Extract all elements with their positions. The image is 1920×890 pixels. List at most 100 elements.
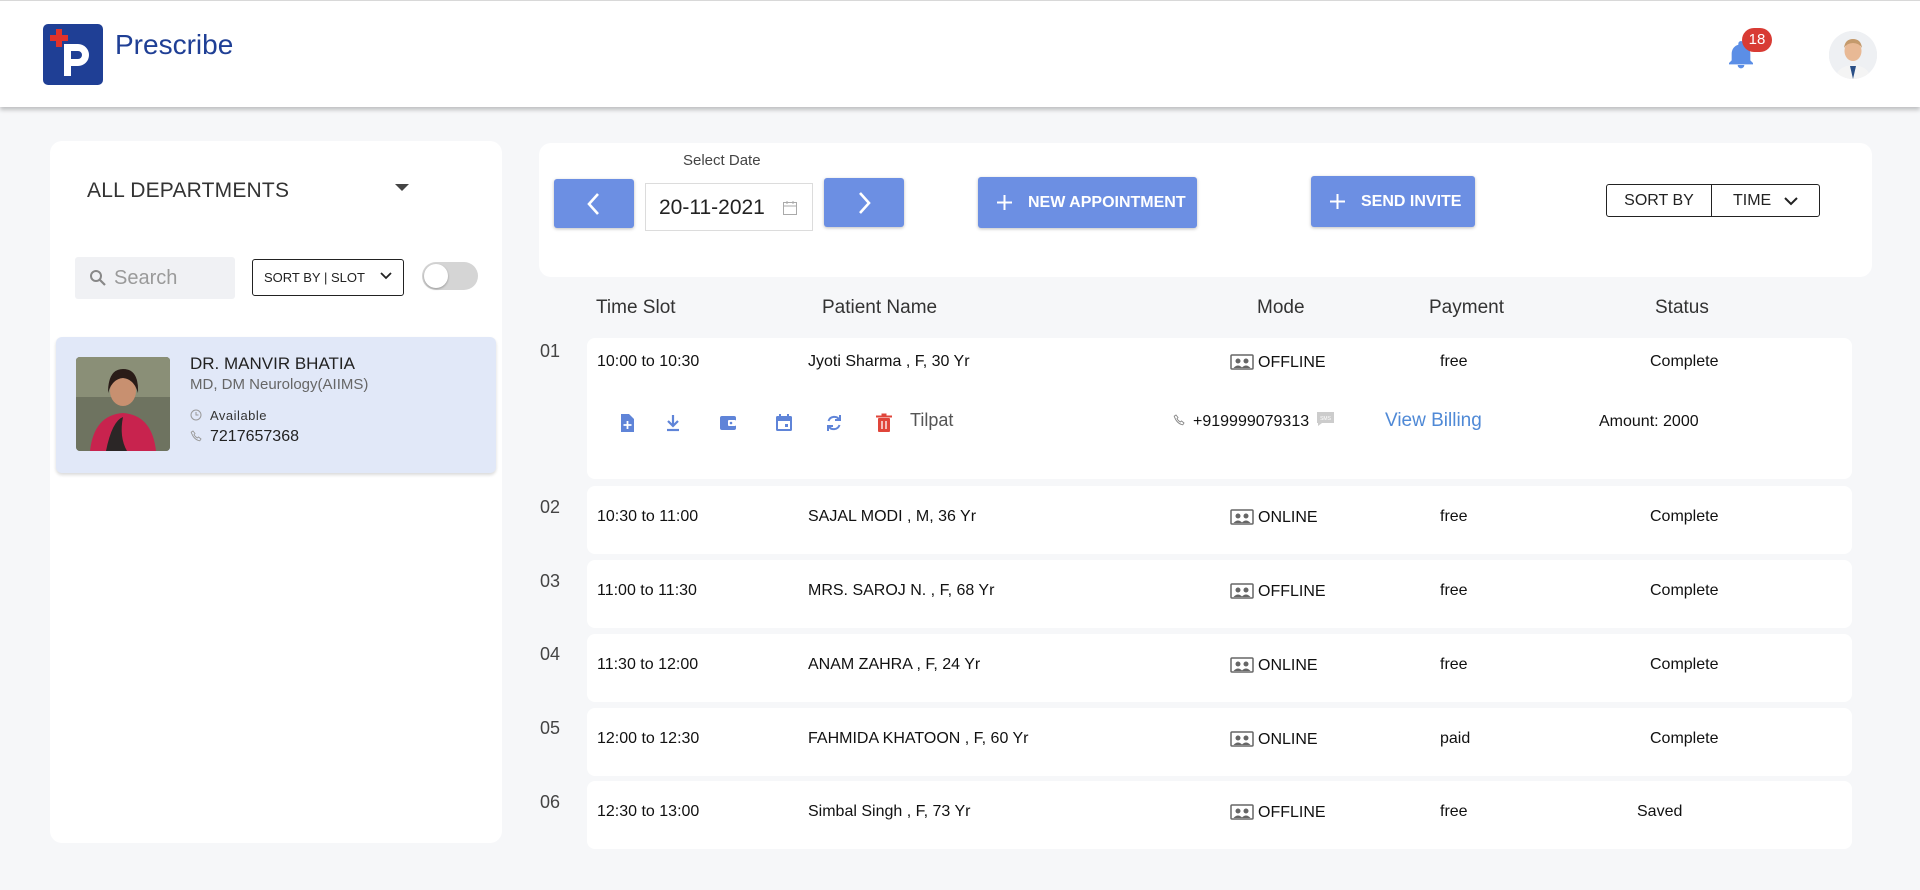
payment-cell: free bbox=[1440, 582, 1468, 599]
doctor-phone-number: 7217657368 bbox=[210, 428, 299, 445]
payment-cell: paid bbox=[1440, 730, 1471, 747]
doctor-search-box bbox=[75, 257, 235, 299]
select-date-label: Select Date bbox=[683, 152, 761, 169]
add-prescription-icon[interactable] bbox=[617, 413, 637, 433]
payment-cell: free bbox=[1440, 353, 1468, 370]
plus-icon bbox=[1330, 194, 1345, 209]
sort-by-slot-label: SORT BY | SLOT bbox=[264, 270, 365, 285]
sms-icon[interactable]: SMS bbox=[1316, 411, 1335, 427]
mode-value: ONLINE bbox=[1258, 731, 1318, 748]
notification-badge: 18 bbox=[1742, 28, 1772, 52]
patient-location: Tilpat bbox=[910, 410, 954, 430]
time-slot-cell: 12:30 to 13:00 bbox=[597, 803, 700, 820]
status-cell: Complete bbox=[1650, 656, 1719, 673]
sort-by-label-button[interactable]: SORT BY bbox=[1606, 184, 1712, 217]
status-cell: Complete bbox=[1650, 730, 1719, 747]
previous-date-button[interactable] bbox=[554, 179, 634, 228]
top-bar: Prescribe 18 bbox=[0, 0, 1920, 107]
mode-cell: ONLINE bbox=[1230, 730, 1318, 749]
column-header-status: Status bbox=[1655, 297, 1709, 318]
status-cell: Complete bbox=[1650, 508, 1719, 525]
column-header-patient-name: Patient Name bbox=[822, 297, 938, 318]
new-appointment-button[interactable]: NEW APPOINTMENT bbox=[978, 177, 1197, 228]
patient-name-cell[interactable]: ANAM ZAHRA , F, 24 Yr bbox=[808, 656, 980, 674]
row-number: 02 bbox=[540, 497, 561, 517]
chevron-right-icon bbox=[859, 192, 871, 214]
mode-cell: OFFLINE bbox=[1230, 582, 1326, 601]
user-avatar[interactable] bbox=[1829, 31, 1877, 79]
next-date-button[interactable] bbox=[824, 178, 904, 227]
patient-name-cell[interactable]: Jyoti Sharma , F, 30 Yr bbox=[808, 353, 970, 371]
delete-icon[interactable] bbox=[874, 413, 894, 433]
wallet-icon[interactable] bbox=[718, 413, 738, 433]
payment-cell: free bbox=[1440, 803, 1468, 820]
mode-value: ONLINE bbox=[1258, 509, 1318, 526]
chevron-down-icon bbox=[1784, 197, 1798, 206]
patient-phone-number: +919999079313 bbox=[1193, 413, 1310, 430]
department-select[interactable]: ALL DEPARTMENTS bbox=[87, 179, 427, 209]
download-icon[interactable] bbox=[663, 413, 683, 433]
payment-cell: free bbox=[1440, 656, 1468, 673]
patient-name-cell[interactable]: SAJAL MODI , M, 36 Yr bbox=[808, 508, 976, 526]
availability-toggle[interactable] bbox=[422, 262, 478, 290]
mode-value: OFFLINE bbox=[1258, 804, 1326, 821]
patient-name-cell[interactable]: FAHMIDA KHATOON , F, 60 Yr bbox=[808, 730, 1029, 748]
search-icon bbox=[90, 270, 106, 286]
mode-value: OFFLINE bbox=[1258, 354, 1326, 371]
patient-phone: +919999079313 bbox=[1173, 413, 1309, 431]
sort-time-select[interactable]: TIME bbox=[1711, 184, 1820, 217]
time-slot-cell: 11:00 to 11:30 bbox=[597, 582, 697, 599]
calendar-event-icon[interactable] bbox=[774, 413, 794, 433]
sort-time-value: TIME bbox=[1733, 192, 1772, 209]
send-invite-button[interactable]: SEND INVITE bbox=[1311, 176, 1475, 227]
chevron-down-icon bbox=[380, 272, 392, 280]
consultation-mode-icon bbox=[1230, 804, 1254, 820]
row-number: 01 bbox=[540, 341, 561, 361]
patient-name-cell[interactable]: Simbal Singh , F, 73 Yr bbox=[808, 803, 970, 821]
doctor-photo-image bbox=[76, 357, 170, 451]
doctor-qualification: MD, DM Neurology(AIIMS) bbox=[190, 376, 369, 393]
doctor-phone: 7217657368 bbox=[190, 428, 299, 446]
time-slot-cell: 12:00 to 12:30 bbox=[597, 730, 700, 747]
prescribe-logo[interactable] bbox=[43, 24, 103, 85]
phone-icon bbox=[1173, 414, 1185, 426]
doctor-name: DR. MANVIR BHATIA bbox=[190, 354, 355, 373]
new-appointment-label: NEW APPOINTMENT bbox=[1028, 194, 1186, 211]
row-number: 06 bbox=[540, 792, 561, 812]
clock-icon bbox=[190, 409, 202, 421]
toggle-knob bbox=[424, 264, 448, 288]
mode-cell: ONLINE bbox=[1230, 656, 1318, 675]
appointment-toolbar: Select Date 20-11-2021 NEW APPOINTMENT S… bbox=[539, 143, 1872, 277]
send-invite-label: SEND INVITE bbox=[1361, 193, 1462, 210]
row-number: 04 bbox=[540, 644, 561, 664]
medical-cross-icon bbox=[50, 29, 68, 47]
doctor-availability: Available bbox=[190, 408, 267, 423]
view-billing-link[interactable]: View Billing bbox=[1385, 410, 1482, 432]
doctor-avatar-icon bbox=[1829, 31, 1877, 79]
mode-cell: ONLINE bbox=[1230, 508, 1318, 527]
chevron-left-icon bbox=[587, 193, 599, 215]
search-input[interactable] bbox=[114, 265, 229, 291]
time-slot-cell: 10:00 to 10:30 bbox=[597, 353, 700, 370]
doctor-card[interactable]: DR. MANVIR BHATIA MD, DM Neurology(AIIMS… bbox=[56, 337, 496, 473]
availability-text: Available bbox=[210, 408, 268, 423]
mode-value: OFFLINE bbox=[1258, 583, 1326, 600]
date-input[interactable]: 20-11-2021 bbox=[645, 183, 813, 231]
sort-by-slot-select[interactable]: SORT BY | SLOT bbox=[252, 259, 404, 296]
column-header-time-slot: Time Slot bbox=[596, 297, 676, 318]
caret-down-icon[interactable] bbox=[395, 184, 409, 191]
plus-icon bbox=[997, 195, 1012, 210]
patient-name-cell[interactable]: MRS. SAROJ N. , F, 68 Yr bbox=[808, 582, 994, 600]
calendar-icon[interactable] bbox=[782, 200, 798, 216]
consultation-mode-icon bbox=[1230, 509, 1254, 525]
status-cell: Saved bbox=[1637, 803, 1683, 820]
status-cell: Complete bbox=[1650, 353, 1719, 370]
consultation-mode-icon bbox=[1230, 354, 1254, 370]
consultation-mode-icon bbox=[1230, 657, 1254, 673]
time-slot-cell: 11:30 to 12:00 bbox=[597, 656, 699, 673]
refresh-icon[interactable] bbox=[824, 413, 844, 433]
billing-amount: Amount: 2000 bbox=[1599, 413, 1699, 430]
date-value: 20-11-2021 bbox=[659, 196, 765, 219]
column-header-payment: Payment bbox=[1429, 297, 1504, 318]
time-slot-cell: 10:30 to 11:00 bbox=[597, 508, 699, 525]
